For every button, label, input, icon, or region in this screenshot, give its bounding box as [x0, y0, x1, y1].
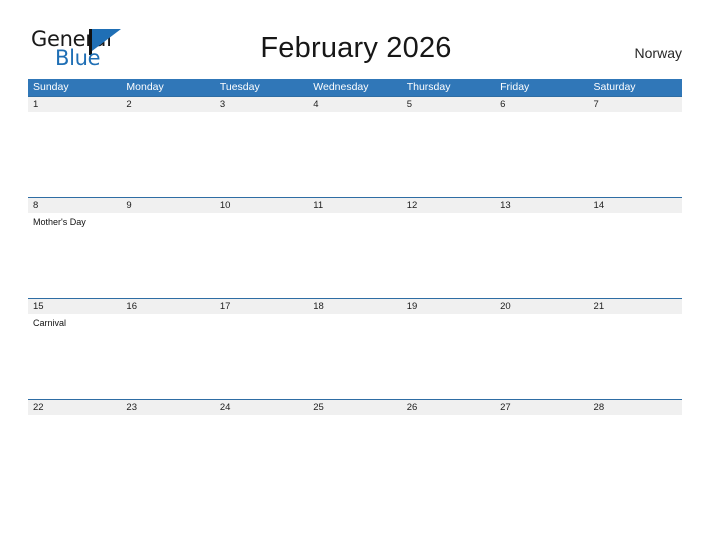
day-cell[interactable] [121, 415, 214, 500]
date-number[interactable]: 11 [308, 198, 401, 213]
day-cell[interactable] [215, 415, 308, 500]
weekday-header-saturday: Saturday [593, 81, 636, 93]
day-cell[interactable]: Mother's Day [28, 213, 121, 298]
day-cell[interactable] [495, 213, 588, 298]
date-number[interactable]: 27 [495, 400, 588, 415]
week-event-band: Mother's Day [28, 213, 682, 298]
date-number[interactable]: 7 [589, 97, 682, 112]
date-number[interactable]: 26 [402, 400, 495, 415]
date-number[interactable]: 23 [121, 400, 214, 415]
week-date-band: 22 23 24 25 26 27 28 [28, 400, 682, 415]
day-cell[interactable] [215, 213, 308, 298]
weekday-header-tuesday: Tuesday [219, 81, 260, 93]
day-cell[interactable] [589, 415, 682, 500]
day-cell[interactable] [28, 415, 121, 500]
week-date-band: 8 9 10 11 12 13 14 [28, 198, 682, 213]
day-cell[interactable] [495, 112, 588, 197]
day-event: Carnival [33, 318, 67, 328]
date-number[interactable]: 16 [121, 299, 214, 314]
date-number[interactable]: 22 [28, 400, 121, 415]
day-cell[interactable] [495, 314, 588, 399]
day-cell[interactable] [589, 112, 682, 197]
date-number[interactable]: 18 [308, 299, 401, 314]
date-number[interactable]: 19 [402, 299, 495, 314]
week-date-band: 1 2 3 4 5 6 7 [28, 97, 682, 112]
date-number[interactable]: 2 [121, 97, 214, 112]
weekday-header-friday: Friday [500, 81, 530, 93]
date-number[interactable]: 17 [215, 299, 308, 314]
date-number[interactable]: 6 [495, 97, 588, 112]
day-cell[interactable] [589, 213, 682, 298]
calendar-week-row: 22 23 24 25 26 27 28 [28, 399, 682, 500]
week-date-band: 15 16 17 18 19 20 21 [28, 299, 682, 314]
calendar-page: General Blue February 2026 Norway Sunday… [0, 0, 712, 550]
date-number[interactable]: 1 [28, 97, 121, 112]
day-cell[interactable] [121, 213, 214, 298]
day-cell[interactable] [589, 314, 682, 399]
day-cell[interactable] [402, 112, 495, 197]
calendar-week-row: 8 9 10 11 12 13 14 Mother's Day [28, 197, 682, 298]
date-number[interactable]: 24 [215, 400, 308, 415]
day-cell[interactable] [28, 112, 121, 197]
date-number[interactable]: 13 [495, 198, 588, 213]
day-cell[interactable] [308, 213, 401, 298]
date-number[interactable]: 10 [215, 198, 308, 213]
date-number[interactable]: 8 [28, 198, 121, 213]
day-event: Mother's Day [33, 217, 86, 227]
weekday-header-row: Sunday Monday Tuesday Wednesday Thursday… [28, 79, 682, 96]
day-cell[interactable] [121, 314, 214, 399]
day-cell[interactable] [215, 314, 308, 399]
date-number[interactable]: 14 [589, 198, 682, 213]
calendar-grid: Sunday Monday Tuesday Wednesday Thursday… [28, 79, 682, 500]
page-title: February 2026 [260, 32, 452, 64]
date-number[interactable]: 12 [402, 198, 495, 213]
date-number[interactable]: 5 [402, 97, 495, 112]
weekday-header-monday: Monday [126, 81, 164, 93]
calendar-week-row: 15 16 17 18 19 20 21 Carnival [28, 298, 682, 399]
date-number[interactable]: 15 [28, 299, 121, 314]
weekday-header-thursday: Thursday [406, 81, 451, 93]
date-number[interactable]: 25 [308, 400, 401, 415]
calendar-week-row: 1 2 3 4 5 6 7 [28, 96, 682, 197]
day-cell[interactable] [495, 415, 588, 500]
week-event-band [28, 415, 682, 500]
day-cell[interactable] [402, 314, 495, 399]
date-number[interactable]: 3 [215, 97, 308, 112]
week-event-band: Carnival [28, 314, 682, 399]
date-number[interactable]: 4 [308, 97, 401, 112]
date-number[interactable]: 20 [495, 299, 588, 314]
day-cell[interactable] [308, 415, 401, 500]
date-number[interactable]: 9 [121, 198, 214, 213]
day-cell[interactable] [402, 415, 495, 500]
day-cell[interactable] [215, 112, 308, 197]
date-number[interactable]: 28 [589, 400, 682, 415]
day-cell[interactable] [402, 213, 495, 298]
day-cell[interactable]: Carnival [28, 314, 121, 399]
page-header: General Blue February 2026 Norway [0, 0, 712, 78]
week-event-band [28, 112, 682, 197]
day-cell[interactable] [308, 314, 401, 399]
country-label: Norway [634, 45, 682, 61]
weekday-header-wednesday: Wednesday [313, 81, 369, 93]
day-cell[interactable] [308, 112, 401, 197]
day-cell[interactable] [121, 112, 214, 197]
weekday-header-sunday: Sunday [33, 81, 69, 93]
date-number[interactable]: 21 [589, 299, 682, 314]
